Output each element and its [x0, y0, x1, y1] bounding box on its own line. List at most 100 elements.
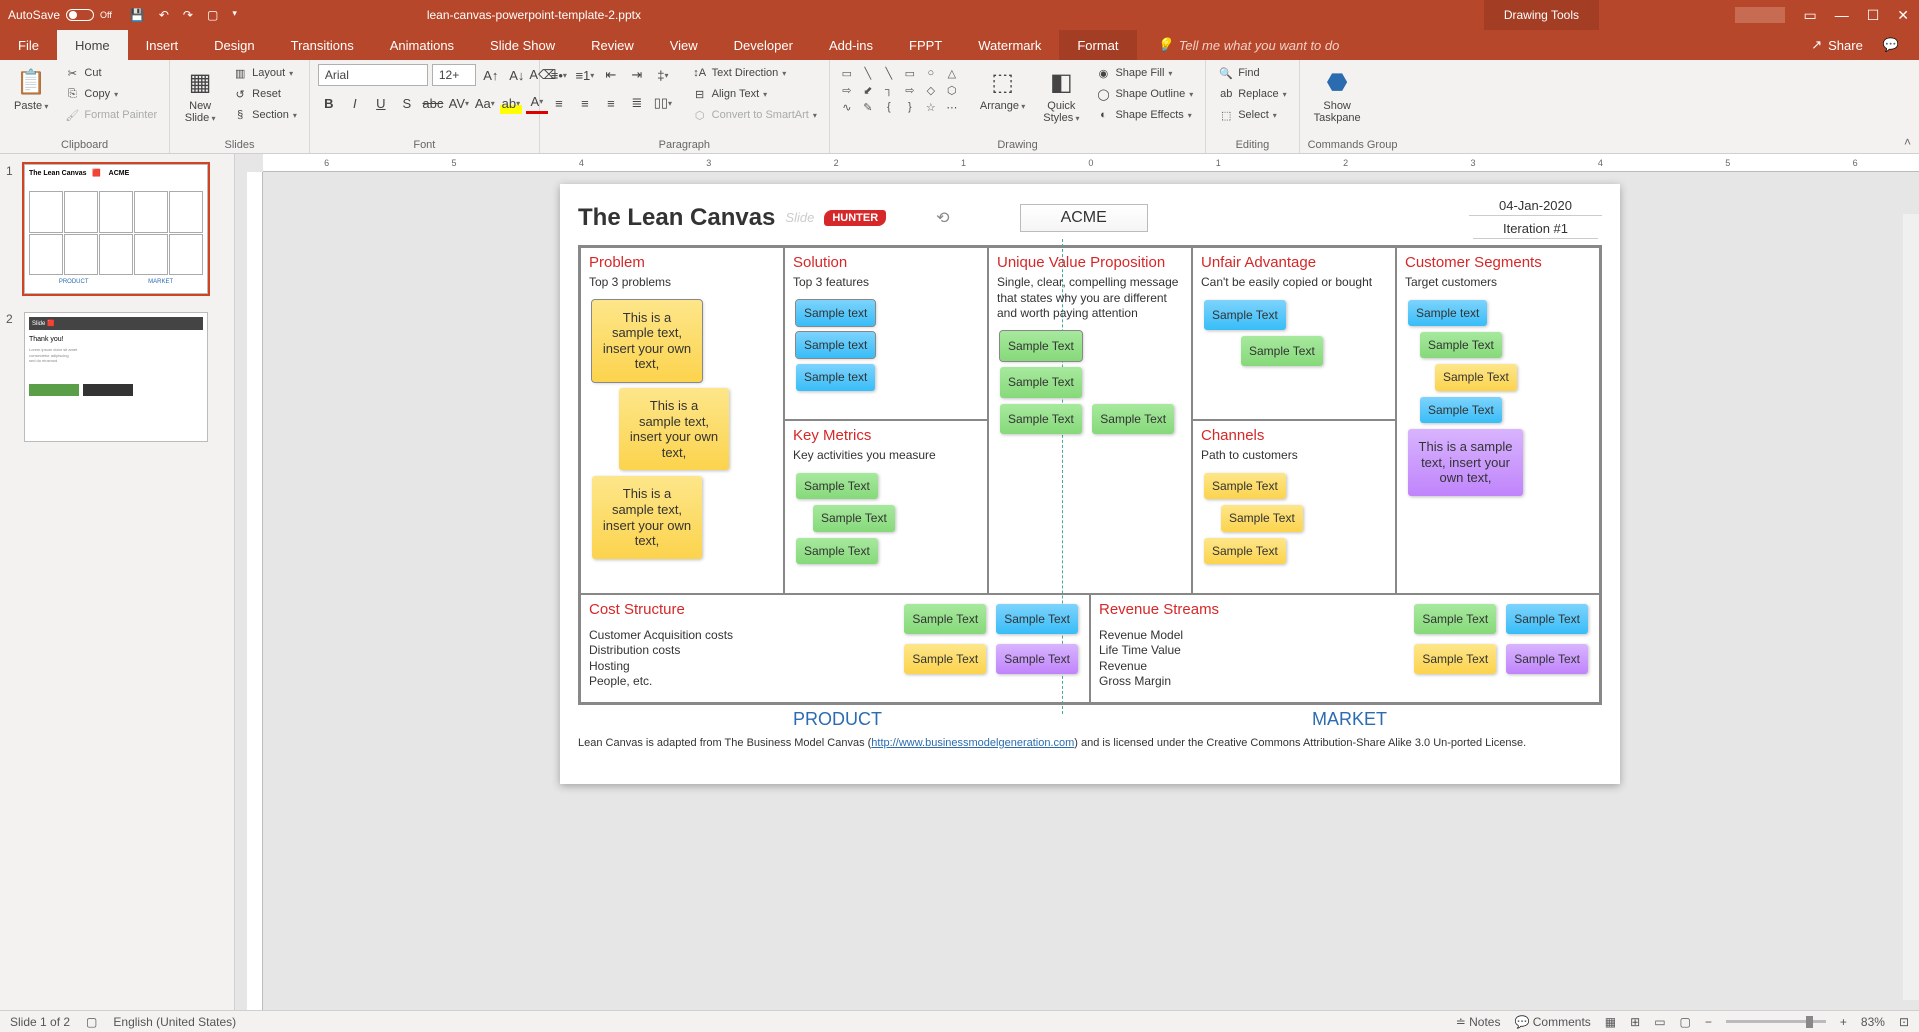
copy-button[interactable]: ⎘Copy	[60, 85, 161, 103]
shape-line2-icon[interactable]: ╲	[880, 66, 898, 80]
lean-canvas-grid[interactable]: Problem Top 3 problems This is a sample …	[578, 245, 1602, 705]
segments-sticky-1[interactable]: Sample text	[1408, 300, 1487, 326]
maximize-icon[interactable]: ☐	[1867, 7, 1880, 24]
shape-diamond-icon[interactable]: ◇	[922, 83, 940, 97]
canvas-title[interactable]: The Lean Canvas	[578, 204, 775, 232]
shapes-gallery[interactable]: ▭╲╲▭○△ ⇨⬋┐⇨◇⬡ ∿✎{}☆⋯	[838, 64, 968, 114]
justify-icon[interactable]: ≣	[626, 92, 648, 114]
channels-sticky-3[interactable]: Sample Text	[1204, 538, 1286, 564]
revenue-sticky-4[interactable]: Sample Text	[1506, 644, 1588, 674]
tab-file[interactable]: File	[0, 30, 57, 60]
show-taskpane-button[interactable]: ⬣Show Taskpane	[1308, 64, 1367, 126]
cell-channels[interactable]: Channels Path to customers Sample Text S…	[1192, 420, 1396, 593]
font-name-combo[interactable]: Arial	[318, 64, 428, 86]
company-box[interactable]: ACME	[1020, 204, 1148, 232]
cost-sticky-1[interactable]: Sample Text	[904, 604, 986, 634]
slide-thumbnails-pane[interactable]: 1 The Lean Canvas 🟥 ACME PRODUCTMARKET 2…	[0, 154, 235, 1010]
thumb-preview-1[interactable]: The Lean Canvas 🟥 ACME PRODUCTMARKET	[24, 164, 208, 294]
vertical-scrollbar[interactable]	[1903, 214, 1919, 1000]
segments-sticky-3[interactable]: Sample Text	[1435, 364, 1517, 390]
shape-brace2-icon[interactable]: }	[901, 100, 919, 114]
align-text-button[interactable]: ⊟Align Text	[688, 85, 821, 103]
redo-icon[interactable]: ↷	[183, 8, 193, 22]
text-direction-button[interactable]: ↕AText Direction	[688, 64, 821, 82]
align-right-icon[interactable]: ≡	[600, 92, 622, 114]
slide-canvas[interactable]: The Lean Canvas Slide HUNTER ⟲ ACME 04-J…	[560, 184, 1620, 784]
shape-connector-icon[interactable]: ┐	[880, 83, 898, 97]
section-button[interactable]: §Section	[228, 106, 301, 124]
align-center-icon[interactable]: ≡	[574, 92, 596, 114]
replace-button[interactable]: abReplace	[1214, 85, 1290, 103]
tab-design[interactable]: Design	[196, 30, 272, 60]
undo-icon[interactable]: ↶	[159, 8, 169, 22]
save-icon[interactable]: 💾	[130, 8, 145, 22]
sorter-view-icon[interactable]: ⊞	[1630, 1015, 1640, 1029]
slideshow-view-icon[interactable]: ▢	[1680, 1015, 1691, 1029]
footer-link[interactable]: http://www.businessmodelgeneration.com	[871, 737, 1074, 749]
strike-icon[interactable]: abc	[422, 92, 444, 114]
rotate-handle-header[interactable]: ⟲	[936, 208, 949, 228]
thumbnail-2[interactable]: 2 Slide 🟥 Thank you! Lorem ipsum dolor s…	[6, 312, 228, 442]
new-slide-button[interactable]: ▦ New Slide	[178, 64, 222, 126]
line-spacing-icon[interactable]: ‡	[652, 64, 674, 86]
accessibility-icon[interactable]: ▢	[86, 1015, 97, 1029]
share-button[interactable]: ↗ Share 💬	[1791, 30, 1919, 60]
underline-icon[interactable]: U	[370, 92, 392, 114]
cost-sticky-4[interactable]: Sample Text	[996, 644, 1078, 674]
tab-review[interactable]: Review	[573, 30, 652, 60]
decrease-font-icon[interactable]: A↓	[506, 64, 528, 86]
zoom-level[interactable]: 83%	[1861, 1015, 1885, 1029]
shape-fill-button[interactable]: ◉Shape Fill	[1091, 64, 1197, 82]
uvp-sticky-1[interactable]: Sample Text	[1000, 331, 1082, 361]
indent-dec-icon[interactable]: ⇤	[600, 64, 622, 86]
smartart-button[interactable]: ⬡Convert to SmartArt	[688, 106, 821, 124]
shape-curve-icon[interactable]: ∿	[838, 100, 856, 114]
layout-button[interactable]: ▥Layout	[228, 64, 301, 82]
slide-editor[interactable]: 6543210123456 The Lean Canvas Slide HUNT…	[235, 154, 1919, 1010]
tab-transitions[interactable]: Transitions	[273, 30, 372, 60]
meta-box[interactable]: 04-Jan-2020 Iteration #1	[1469, 196, 1602, 239]
uvp-sticky-4[interactable]: Sample Text	[1092, 404, 1174, 434]
keymetrics-sticky-1[interactable]: Sample Text	[796, 473, 878, 499]
zoom-in-icon[interactable]: +	[1840, 1015, 1847, 1029]
language[interactable]: English (United States)	[113, 1015, 236, 1029]
shadow-icon[interactable]: S	[396, 92, 418, 114]
cell-revenue[interactable]: Revenue Streams Revenue Model Life Time …	[1090, 594, 1600, 703]
problem-sticky-1[interactable]: This is a sample text, insert your own t…	[592, 300, 702, 382]
font-size-combo[interactable]: 12+	[432, 64, 476, 86]
problem-sticky-3[interactable]: This is a sample text, insert your own t…	[592, 476, 702, 558]
cut-button[interactable]: ✂Cut	[60, 64, 161, 82]
indent-inc-icon[interactable]: ⇥	[626, 64, 648, 86]
italic-icon[interactable]: I	[344, 92, 366, 114]
quick-styles-button[interactable]: ◧Quick Styles	[1037, 64, 1085, 126]
user-badge[interactable]	[1735, 7, 1785, 23]
uvp-sticky-2[interactable]: Sample Text	[1000, 367, 1082, 397]
channels-sticky-1[interactable]: Sample Text	[1204, 473, 1286, 499]
shape-arrow2-icon[interactable]: ⬋	[859, 83, 877, 97]
find-button[interactable]: 🔍Find	[1214, 64, 1290, 82]
normal-view-icon[interactable]: ▦	[1605, 1015, 1616, 1029]
comments-pane-icon[interactable]: 💬	[1883, 37, 1899, 53]
tab-animations[interactable]: Animations	[372, 30, 472, 60]
minimize-icon[interactable]: —	[1835, 7, 1849, 23]
format-painter-button[interactable]: 🖌Format Painter	[60, 106, 161, 124]
tab-home[interactable]: Home	[57, 30, 128, 60]
tab-developer[interactable]: Developer	[716, 30, 811, 60]
cell-uvp[interactable]: Unique Value Proposition Single, clear, …	[988, 247, 1192, 594]
advantage-sticky-1[interactable]: Sample Text	[1204, 300, 1286, 330]
shape-arrow3-icon[interactable]: ⇨	[901, 83, 919, 97]
align-left-icon[interactable]: ≡	[548, 92, 570, 114]
revenue-sticky-3[interactable]: Sample Text	[1414, 644, 1496, 674]
numbering-icon[interactable]: ≡1	[574, 64, 596, 86]
segments-sticky-5[interactable]: This is a sample text, insert your own t…	[1408, 429, 1523, 496]
cell-advantage[interactable]: Unfair Advantage Can't be easily copied …	[1192, 247, 1396, 420]
thumb-preview-2[interactable]: Slide 🟥 Thank you! Lorem ipsum dolor sit…	[24, 312, 208, 442]
shape-rect2-icon[interactable]: ▭	[901, 66, 919, 80]
tell-me-search[interactable]: 💡 Tell me what you want to do	[1157, 30, 1340, 60]
segments-sticky-2[interactable]: Sample Text	[1420, 332, 1502, 358]
fit-window-icon[interactable]: ⊡	[1899, 1015, 1909, 1029]
tab-slideshow[interactable]: Slide Show	[472, 30, 573, 60]
autosave-toggle[interactable]: AutoSave Off	[0, 8, 120, 22]
problem-sticky-2[interactable]: This is a sample text, insert your own t…	[619, 388, 729, 470]
reading-view-icon[interactable]: ▭	[1654, 1015, 1665, 1029]
